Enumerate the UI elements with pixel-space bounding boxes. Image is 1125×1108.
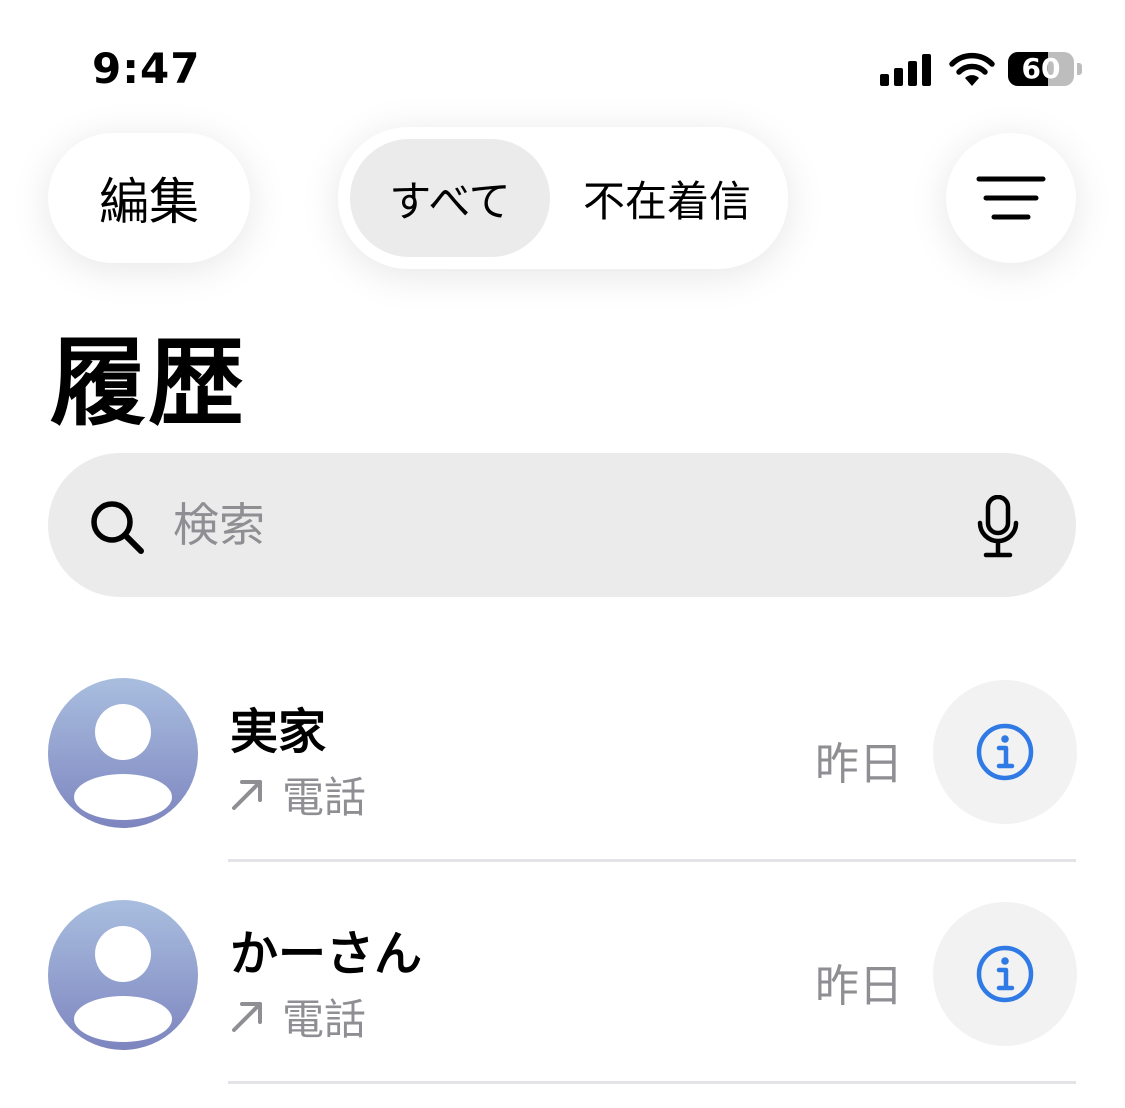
contact-name: 実家	[230, 704, 327, 760]
battery-level: 60	[1021, 52, 1061, 85]
battery-nub	[1077, 63, 1082, 75]
status-icons: 60	[880, 50, 1085, 90]
segment-all[interactable]: すべて	[350, 139, 550, 257]
segmented-control: すべて 不在着信	[338, 127, 788, 269]
call-date: 昨日	[815, 961, 903, 1012]
avatar-body	[74, 996, 172, 1042]
call-date: 昨日	[815, 739, 903, 790]
battery-icon: 60	[1008, 52, 1074, 86]
filter-button[interactable]	[946, 133, 1076, 263]
cellular-signal-icon	[880, 54, 934, 86]
call-type-label: 電話	[282, 995, 367, 1044]
call-type: 電話	[230, 764, 366, 825]
page-title: 履歴	[50, 327, 246, 439]
status-time: 9:47	[92, 44, 201, 93]
call-row[interactable]: 実家 電話 昨日	[0, 678, 1125, 900]
search-input[interactable]	[173, 493, 953, 557]
contact-name: かーさん	[230, 926, 423, 982]
search-icon	[91, 501, 144, 554]
call-type-label: 電話	[282, 773, 367, 822]
avatar-head	[95, 926, 151, 982]
filter-lines-icon	[976, 176, 1046, 220]
segment-missed[interactable]: 不在着信	[560, 139, 774, 257]
search-bar[interactable]	[48, 453, 1076, 597]
microphone-icon[interactable]	[976, 495, 1020, 559]
info-button[interactable]	[933, 902, 1077, 1046]
call-row[interactable]: かーさん 電話 昨日	[0, 900, 1125, 1108]
call-type: 電話	[230, 986, 366, 1047]
info-icon	[976, 723, 1034, 781]
info-button[interactable]	[933, 680, 1077, 824]
avatar	[48, 678, 198, 828]
outgoing-arrow-icon	[232, 1001, 262, 1032]
info-icon	[976, 945, 1034, 1003]
row-separator	[228, 1081, 1076, 1084]
row-separator	[228, 859, 1076, 862]
avatar-body	[74, 774, 172, 820]
outgoing-arrow-icon	[232, 779, 262, 810]
avatar	[48, 900, 198, 1050]
avatar-head	[95, 704, 151, 760]
phone-recents-screen: 9:47 60 編集 すべて 不在着信 履歴 検索 実家 電話 昨日 かーさん …	[0, 0, 1125, 1108]
edit-button[interactable]: 編集	[48, 133, 250, 263]
wifi-icon	[949, 52, 995, 86]
